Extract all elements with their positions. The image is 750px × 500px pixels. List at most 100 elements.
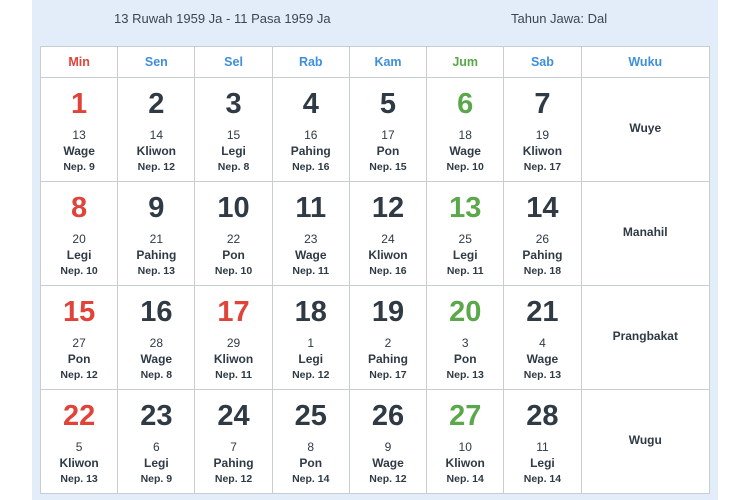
javanese-day: 19 <box>535 128 550 142</box>
day-cell[interactable]: 6 18 Wage Nep. 10 <box>426 77 505 182</box>
day-cell[interactable]: 14 26 Pahing Nep. 18 <box>503 181 582 286</box>
pasaran-label: Legi <box>143 456 169 470</box>
pasaran-label: Pon <box>222 248 245 262</box>
day-cell[interactable]: 26 9 Wage Nep. 12 <box>348 389 428 494</box>
pasaran-label: Kliwon <box>213 352 254 366</box>
wuku-label: Wuye <box>629 120 662 135</box>
neptu-label: Nep. 13 <box>137 265 175 277</box>
weekday-header-sun: Min <box>39 46 119 78</box>
week-row: 15 27 Pon Nep. 12 16 28 Wage Nep. 8 17 29 Kliwon Ne… <box>39 285 711 390</box>
neptu-label: Nep. 18 <box>523 265 562 277</box>
day-cell[interactable]: 8 20 Legi Nep. 10 <box>39 181 119 286</box>
neptu-label: Nep. 12 <box>137 161 175 173</box>
javanese-day: 16 <box>304 128 318 142</box>
javanese-day: 17 <box>381 128 395 142</box>
pasaran-label: Pon <box>67 352 91 366</box>
neptu-label: Nep. 10 <box>214 265 253 277</box>
pasaran-label: Kliwon <box>522 144 563 158</box>
day-cell[interactable]: 4 16 Pahing Nep. 16 <box>271 77 350 182</box>
neptu-label: Nep. 17 <box>369 369 407 381</box>
neptu-label: Nep. 14 <box>292 473 330 485</box>
day-number: 12 <box>371 192 405 224</box>
neptu-label: Nep. 10 <box>60 265 98 277</box>
day-number: 8 <box>71 192 88 224</box>
pasaran-label: Pahing <box>136 248 177 262</box>
javanese-day: 7 <box>230 440 237 454</box>
day-cell[interactable]: 2 14 Kliwon Nep. 12 <box>117 77 196 182</box>
neptu-label: Nep. 13 <box>446 369 484 381</box>
pasaran-label: Wage <box>63 144 95 158</box>
weekday-header-sat: Sab <box>503 46 582 78</box>
day-number: 14 <box>526 192 559 224</box>
day-cell[interactable]: 19 2 Pahing Nep. 17 <box>348 285 428 390</box>
neptu-label: Nep. 13 <box>523 369 562 381</box>
day-cell[interactable]: 20 3 Pon Nep. 13 <box>426 285 505 390</box>
javanese-day: 25 <box>458 232 472 246</box>
pasaran-label: Legi <box>221 144 246 158</box>
day-number: 6 <box>457 88 474 120</box>
pasaran-label: Wage <box>449 144 481 158</box>
weekday-header-thu: Kam <box>348 46 428 78</box>
day-cell[interactable]: 23 6 Legi Nep. 9 <box>117 389 196 494</box>
neptu-label: Nep. 13 <box>60 473 98 485</box>
day-cell[interactable]: 5 17 Pon Nep. 15 <box>348 77 428 182</box>
javanese-date-range: 13 Ruwah 1959 Ja - 11 Pasa 1959 Ja <box>114 11 331 26</box>
day-number: 21 <box>526 296 559 328</box>
day-number: 22 <box>62 400 96 432</box>
day-number: 23 <box>140 400 173 432</box>
calendar-header: 13 Ruwah 1959 Ja - 11 Pasa 1959 Ja Tahun… <box>32 0 718 36</box>
day-cell[interactable]: 11 23 Wage Nep. 11 <box>271 181 350 286</box>
day-cell[interactable]: 28 11 Legi Nep. 14 <box>503 389 582 494</box>
day-number: 13 <box>449 192 482 224</box>
day-cell[interactable]: 12 24 Kliwon Nep. 16 <box>348 181 428 286</box>
day-cell[interactable]: 27 10 Kliwon Nep. 14 <box>426 389 505 494</box>
day-cell[interactable]: 1 13 Wage Nep. 9 <box>39 77 119 182</box>
pasaran-label: Legi <box>298 352 324 366</box>
day-cell[interactable]: 21 4 Wage Nep. 13 <box>503 285 582 390</box>
day-cell[interactable]: 15 27 Pon Nep. 12 <box>39 285 119 390</box>
weekday-header-tue: Sel <box>194 46 273 78</box>
javanese-day: 22 <box>226 232 241 246</box>
neptu-label: Nep. 14 <box>523 473 562 485</box>
pasaran-label: Legi <box>452 248 478 262</box>
day-cell[interactable]: 9 21 Pahing Nep. 13 <box>117 181 196 286</box>
day-cell[interactable]: 24 7 Pahing Nep. 12 <box>194 389 273 494</box>
wuku-label: Manahil <box>622 224 668 239</box>
pasaran-label: Wage <box>372 456 404 470</box>
day-cell[interactable]: 10 22 Pon Nep. 10 <box>194 181 273 286</box>
javanese-day: 20 <box>72 232 86 246</box>
day-cell[interactable]: 18 1 Legi Nep. 12 <box>271 285 350 390</box>
day-number: 16 <box>140 296 173 328</box>
neptu-label: Nep. 12 <box>214 473 253 485</box>
pasaran-label: Wage <box>140 352 173 366</box>
neptu-label: Nep. 11 <box>292 265 330 277</box>
neptu-label: Nep. 11 <box>215 369 252 381</box>
javanese-day: 2 <box>384 336 392 350</box>
pasaran-label: Pahing <box>522 248 563 262</box>
pasaran-label: Wage <box>294 248 327 262</box>
javanese-day: 18 <box>458 128 472 142</box>
day-cell[interactable]: 7 19 Kliwon Nep. 17 <box>503 77 582 182</box>
pasaran-label: Kliwon <box>368 248 408 262</box>
day-cell[interactable]: 25 8 Pon Nep. 14 <box>271 389 350 494</box>
day-number: 28 <box>526 400 559 432</box>
pasaran-label: Pahing <box>213 456 254 470</box>
wuku-label: Wugu <box>628 432 662 447</box>
neptu-label: Nep. 9 <box>140 473 173 485</box>
javanese-day: 3 <box>461 336 469 350</box>
weekday-header-row: Min Sen Sel Rab Kam Jum Sab Wuku <box>39 46 711 78</box>
week-row: 22 5 Kliwon Nep. 13 23 6 Legi Nep. 9 24 7 Pahing Ne… <box>39 389 711 494</box>
wuku-header: Wuku <box>580 46 711 78</box>
javanese-day: 21 <box>149 232 163 246</box>
day-cell[interactable]: 13 25 Legi Nep. 11 <box>426 181 505 286</box>
javanese-day: 13 <box>72 128 86 142</box>
day-number: 15 <box>62 296 96 328</box>
day-cell[interactable]: 16 28 Wage Nep. 8 <box>117 285 196 390</box>
day-cell[interactable]: 3 15 Legi Nep. 8 <box>194 77 273 182</box>
day-cell[interactable]: 17 29 Kliwon Nep. 11 <box>194 285 273 390</box>
pasaran-label: Pahing <box>367 352 408 366</box>
neptu-label: Nep. 16 <box>292 161 330 173</box>
day-number: 1 <box>71 88 88 120</box>
neptu-label: Nep. 17 <box>523 161 562 173</box>
day-cell[interactable]: 22 5 Kliwon Nep. 13 <box>39 389 119 494</box>
